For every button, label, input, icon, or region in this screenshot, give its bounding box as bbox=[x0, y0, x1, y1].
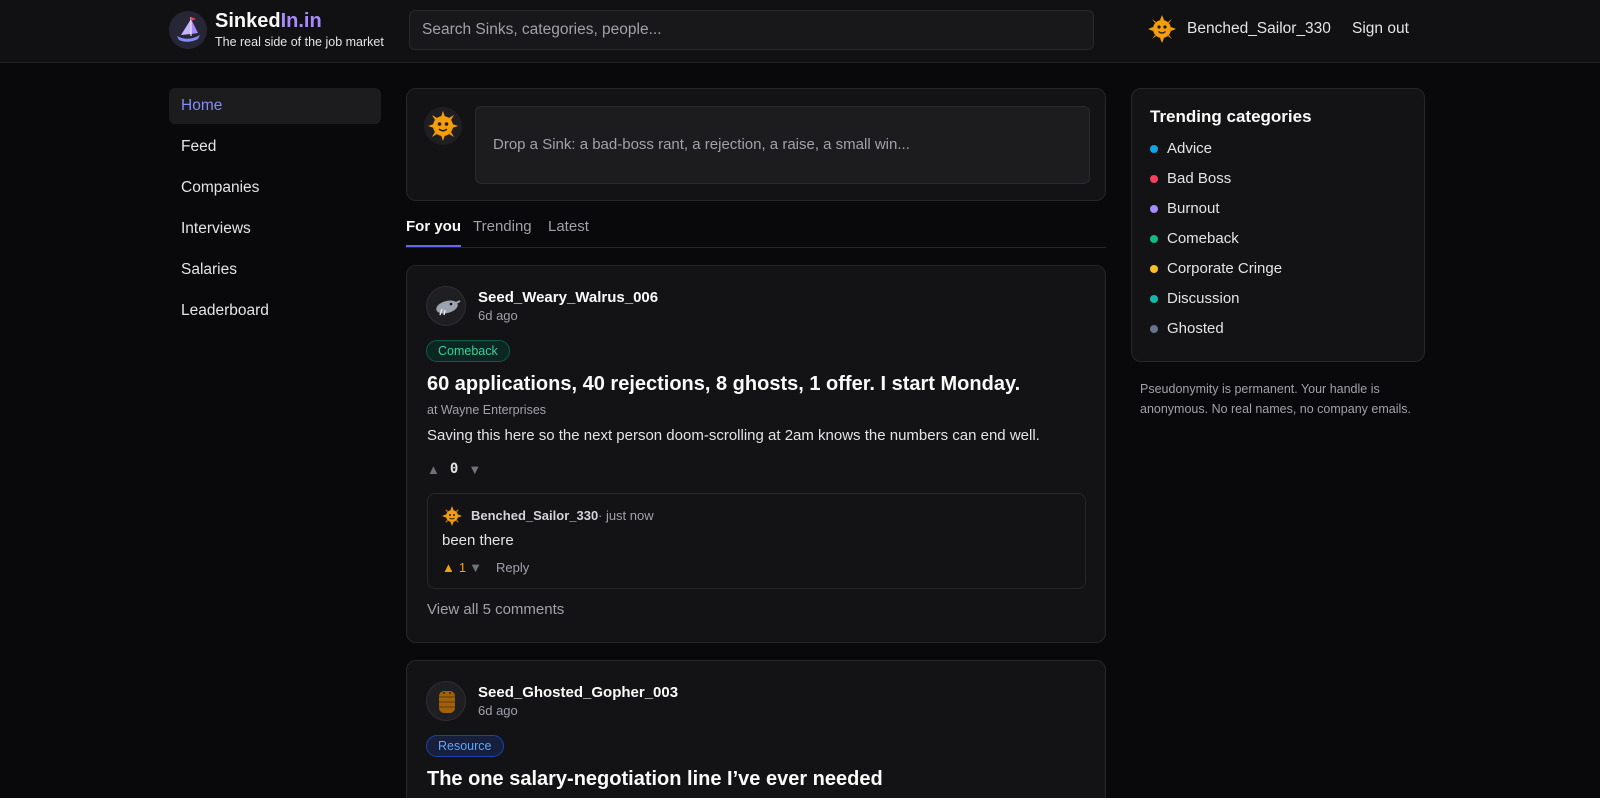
sun-face-avatar-icon bbox=[1148, 15, 1176, 43]
category-dot-icon bbox=[1150, 144, 1158, 153]
post-vote-control: ▲ 0 ▼ bbox=[427, 461, 481, 477]
post-card: Seed_Weary_Walrus_006 6d ago Comeback 60… bbox=[406, 265, 1106, 643]
nav-item-home[interactable]: Home bbox=[169, 88, 381, 124]
category-dot-icon bbox=[1150, 204, 1158, 213]
brand-tagline: The real side of the job market bbox=[215, 35, 384, 49]
category-link-advice[interactable]: Advice bbox=[1150, 140, 1212, 157]
post-time: 6d ago bbox=[478, 703, 518, 718]
top-bar: SinkedIn.in The real side of the job mar… bbox=[0, 0, 1600, 63]
nav-item-interviews[interactable]: Interviews bbox=[169, 211, 381, 247]
nav-item-feed[interactable]: Feed bbox=[169, 129, 381, 165]
comment-downvote-icon[interactable]: ▼ bbox=[469, 560, 482, 575]
category-link-discussion[interactable]: Discussion bbox=[1150, 290, 1240, 307]
category-link-bad-boss[interactable]: Bad Boss bbox=[1150, 170, 1231, 187]
pseudonymity-note: Pseudonymity is permanent. Your handle i… bbox=[1140, 382, 1411, 416]
feed-tabs: For you Trending Latest bbox=[406, 214, 1106, 248]
post-title[interactable]: The one salary-negotiation line I’ve eve… bbox=[427, 768, 883, 791]
user-profile-link[interactable]: Benched_Sailor_330 bbox=[1147, 14, 1331, 44]
search-input[interactable] bbox=[409, 10, 1094, 50]
tab-for-you[interactable]: For you bbox=[406, 218, 461, 247]
trending-title: Trending categories bbox=[1150, 107, 1312, 126]
walrus-avatar-icon bbox=[426, 286, 466, 326]
category-dot-icon bbox=[1150, 264, 1158, 273]
tab-latest[interactable]: Latest bbox=[548, 218, 589, 245]
barrel-avatar-icon bbox=[426, 681, 466, 721]
category-link-comeback[interactable]: Comeback bbox=[1150, 230, 1239, 247]
category-link-burnout[interactable]: Burnout bbox=[1150, 200, 1220, 217]
category-dot-icon bbox=[1150, 294, 1158, 303]
comment: Benched_Sailor_330 · just now been there… bbox=[427, 493, 1086, 589]
post-body: Saving this here so the next person doom… bbox=[427, 427, 1040, 444]
category-dot-icon bbox=[1150, 324, 1158, 333]
brand-name: SinkedIn.in bbox=[215, 10, 322, 32]
reply-button[interactable]: Reply bbox=[496, 560, 529, 575]
comment-time: · just now bbox=[598, 508, 654, 523]
post-company: at Wayne Enterprises bbox=[427, 403, 547, 417]
vote-count: 0 bbox=[449, 461, 459, 477]
sun-face-avatar-icon bbox=[442, 506, 462, 526]
left-nav: Home Feed Companies Interviews Salaries … bbox=[169, 88, 381, 334]
comment-actions: ▲ 1 ▼ Reply bbox=[442, 560, 529, 575]
brand-name-accent: In.in bbox=[280, 10, 322, 32]
category-link-corporate-cringe[interactable]: Corporate Cringe bbox=[1150, 260, 1282, 277]
brand-home-link[interactable]: SinkedIn.in The real side of the job mar… bbox=[169, 10, 384, 49]
category-dot-icon bbox=[1150, 174, 1158, 183]
sign-out-button[interactable]: Sign out bbox=[1352, 20, 1409, 38]
category-dot-icon bbox=[1150, 234, 1158, 243]
nav-item-leaderboard[interactable]: Leaderboard bbox=[169, 293, 381, 329]
view-all-comments-link[interactable]: View all 5 comments bbox=[427, 601, 564, 618]
sun-face-avatar-icon bbox=[424, 107, 462, 145]
post-time: 6d ago bbox=[478, 308, 518, 323]
sink-composer-input[interactable]: Drop a Sink: a bad-boss rant, a rejectio… bbox=[475, 106, 1090, 184]
upvote-icon[interactable]: ▲ bbox=[427, 462, 440, 477]
post-title[interactable]: 60 applications, 40 rejections, 8 ghosts… bbox=[427, 373, 1020, 396]
post-card: Seed_Ghosted_Gopher_003 6d ago Resource … bbox=[406, 660, 1106, 798]
downvote-icon[interactable]: ▼ bbox=[468, 462, 481, 477]
comment-body: been there bbox=[442, 532, 514, 549]
sinking-ship-logo-icon bbox=[169, 10, 207, 49]
trending-categories-panel: Trending categories Advice Bad Boss Burn… bbox=[1131, 88, 1425, 362]
user-name: Benched_Sailor_330 bbox=[1187, 20, 1331, 37]
comment-vote-count: 1 bbox=[458, 560, 467, 575]
nav-item-salaries[interactable]: Salaries bbox=[169, 252, 381, 288]
nav-item-companies[interactable]: Companies bbox=[169, 170, 381, 206]
comment-author[interactable]: Benched_Sailor_330 bbox=[471, 508, 598, 523]
category-tag-comeback[interactable]: Comeback bbox=[426, 340, 510, 362]
category-tag-resource[interactable]: Resource bbox=[426, 735, 504, 757]
sink-composer: Drop a Sink: a bad-boss rant, a rejectio… bbox=[406, 88, 1106, 201]
post-author[interactable]: Seed_Ghosted_Gopher_003 bbox=[478, 684, 678, 701]
tab-trending[interactable]: Trending bbox=[473, 218, 532, 245]
post-author[interactable]: Seed_Weary_Walrus_006 bbox=[478, 289, 658, 306]
comment-upvote-icon[interactable]: ▲ bbox=[442, 560, 455, 575]
category-link-ghosted[interactable]: Ghosted bbox=[1150, 320, 1224, 337]
